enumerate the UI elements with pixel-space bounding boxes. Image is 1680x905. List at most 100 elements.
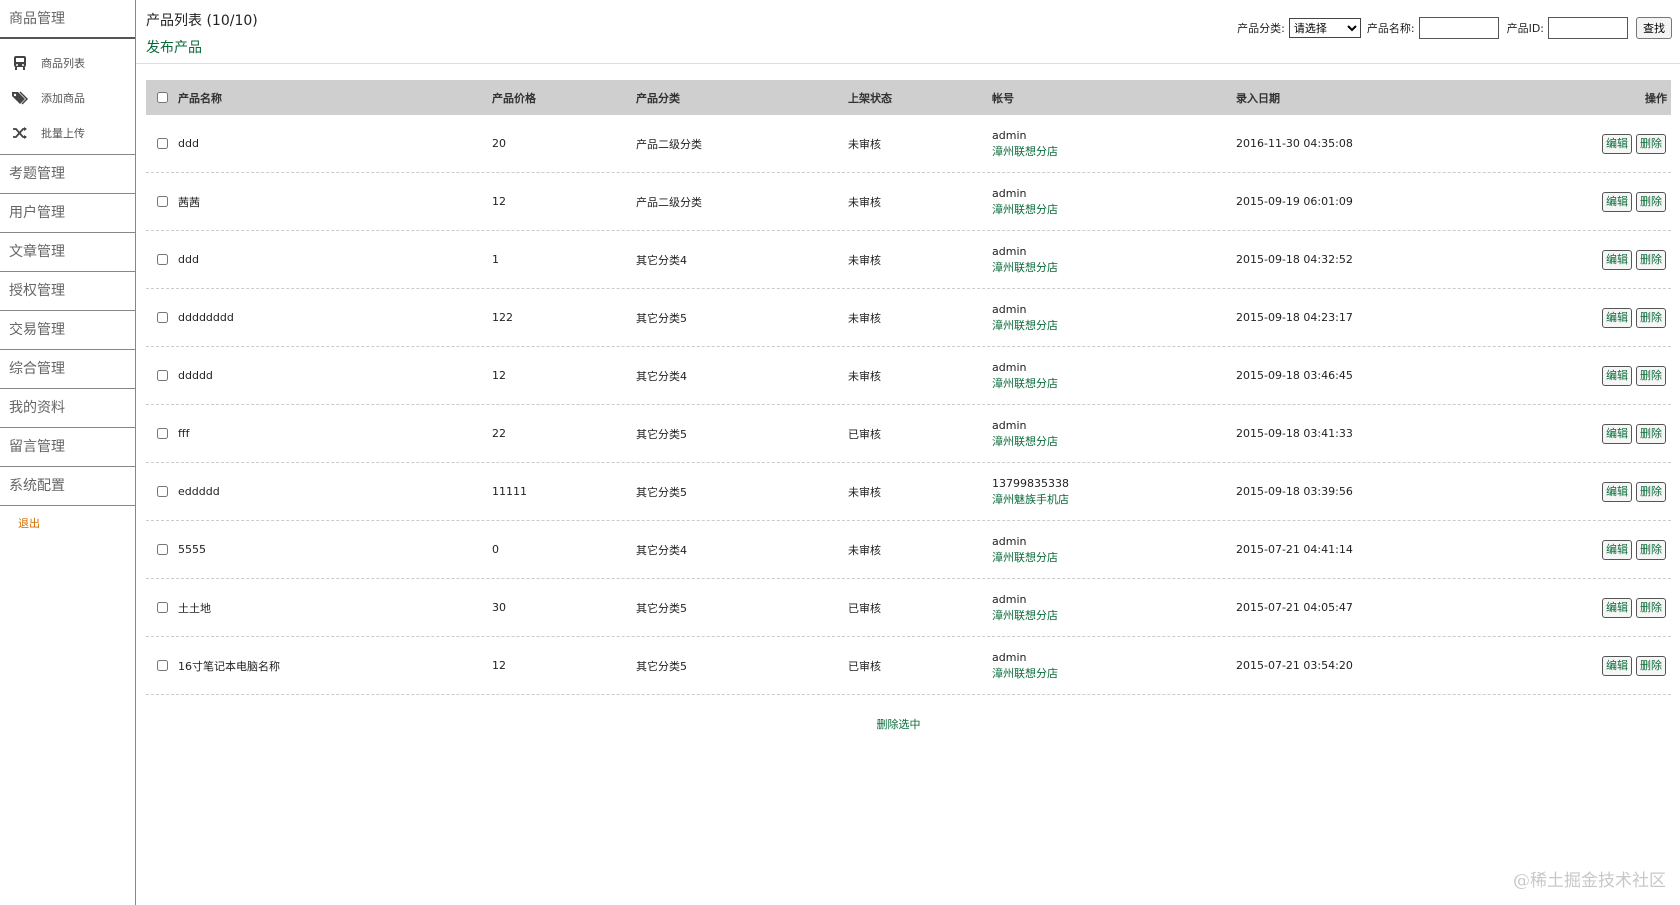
delete-button[interactable]: 删除 (1636, 423, 1666, 444)
column-header-name: 产品名称 (178, 91, 222, 105)
account-shop-link[interactable]: 漳州联想分店 (992, 666, 1236, 682)
logout-link[interactable]: 退出 (0, 506, 135, 542)
row-checkbox[interactable] (156, 370, 168, 381)
edit-button[interactable]: 编辑 (1602, 133, 1632, 154)
delete-button[interactable]: 删除 (1636, 597, 1666, 618)
row-checkbox[interactable] (156, 254, 168, 265)
search-button[interactable]: 查找 (1636, 17, 1672, 39)
entry-date-cell: 2015-09-18 04:32:52 (1236, 253, 1353, 266)
row-select-cell (146, 196, 178, 207)
edit-button[interactable]: 编辑 (1602, 423, 1632, 444)
account-cell: 13799835338 漳州魅族手机店 (992, 476, 1236, 508)
account-shop-link[interactable]: 漳州联想分店 (992, 144, 1236, 160)
product-status-cell: 已审核 (848, 601, 881, 615)
row-checkbox[interactable] (156, 312, 168, 323)
row-checkbox[interactable] (156, 544, 168, 555)
product-status-cell: 未审核 (848, 195, 881, 209)
row-checkbox[interactable] (156, 602, 168, 613)
sidebar-section-general[interactable]: 综合管理 (0, 350, 135, 389)
filter-bar: 产品分类: 请选择 产品名称: 产品ID: 查找 (1231, 17, 1672, 39)
actions-cell: 编辑 删除 (1586, 655, 1671, 676)
sidebar-section-product-management[interactable]: 商品管理 (0, 0, 135, 39)
product-price-cell: 122 (492, 311, 513, 324)
row-select-cell (146, 428, 178, 439)
account-cell: admin 漳州联想分店 (992, 418, 1236, 450)
account-cell: admin 漳州联想分店 (992, 186, 1236, 218)
row-checkbox[interactable] (156, 486, 168, 497)
select-all-checkbox[interactable] (156, 92, 168, 103)
delete-button[interactable]: 删除 (1636, 365, 1666, 386)
row-checkbox[interactable] (156, 428, 168, 439)
product-price-cell: 20 (492, 137, 506, 150)
table-row: eddddd 11111 其它分类5 未审核 13799835338 漳州魅族手机店 201… (146, 463, 1671, 521)
actions-cell: 编辑 删除 (1586, 307, 1671, 328)
product-name-input[interactable] (1418, 17, 1499, 39)
product-category-cell: 其它分类4 (636, 369, 687, 383)
sidebar-section-exam[interactable]: 考题管理 (0, 155, 135, 194)
account-shop-link[interactable]: 漳州联想分店 (992, 260, 1236, 276)
main-content: 产品列表 (10/10) 发布产品 产品分类: 请选择 产品名称: 产品ID: … (136, 0, 1680, 905)
account-shop-link[interactable]: 漳州联想分店 (992, 550, 1236, 566)
sidebar-section-system-config[interactable]: 系统配置 (0, 467, 135, 506)
edit-button[interactable]: 编辑 (1602, 655, 1632, 676)
sidebar-section-my-profile[interactable]: 我的资料 (0, 389, 135, 428)
delete-button[interactable]: 删除 (1636, 133, 1666, 154)
actions-cell: 编辑 删除 (1586, 481, 1671, 502)
publish-product-link[interactable]: 发布产品 (146, 37, 202, 57)
column-header-actions: 操作 (1645, 91, 1667, 105)
column-header-price: 产品价格 (492, 91, 536, 105)
delete-selected-link[interactable]: 删除选中 (136, 716, 1661, 732)
account-user: admin (992, 534, 1027, 548)
edit-button[interactable]: 编辑 (1602, 597, 1632, 618)
category-label: 产品分类: (1237, 22, 1285, 35)
edit-button[interactable]: 编辑 (1602, 191, 1632, 212)
sidebar-section-transactions[interactable]: 交易管理 (0, 311, 135, 350)
sidebar-item-add-product[interactable]: 添加商品 (0, 80, 135, 115)
product-category-cell: 其它分类5 (636, 311, 687, 325)
page-title: 产品列表 (10/10) (146, 13, 258, 29)
sidebar-item-label: 商品列表 (41, 56, 85, 70)
column-header-account: 帐号 (992, 91, 1014, 105)
sidebar-section-users[interactable]: 用户管理 (0, 194, 135, 233)
row-select-cell (146, 370, 178, 381)
column-header-category: 产品分类 (636, 91, 680, 105)
row-checkbox[interactable] (156, 138, 168, 149)
table-header: 产品名称 产品价格 产品分类 上架状态 帐号 录入日期 操作 (146, 80, 1671, 115)
sidebar-section-articles[interactable]: 文章管理 (0, 233, 135, 272)
product-price-cell: 0 (492, 543, 499, 556)
delete-button[interactable]: 删除 (1636, 307, 1666, 328)
sidebar-section-authorization[interactable]: 授权管理 (0, 272, 135, 311)
sidebar: 商品管理 商品列表 添加商品 批量上传 考题管理 用户管理 文章管理 授权管理 … (0, 0, 136, 905)
table-row: 茜茜 12 产品二级分类 未审核 admin 漳州联想分店 2015-09-19 06:01… (146, 173, 1671, 231)
row-checkbox[interactable] (156, 660, 168, 671)
account-shop-link[interactable]: 漳州联想分店 (992, 608, 1236, 624)
delete-button[interactable]: 删除 (1636, 481, 1666, 502)
account-shop-link[interactable]: 漳州联想分店 (992, 202, 1236, 218)
sidebar-item-product-list[interactable]: 商品列表 (0, 45, 135, 80)
account-shop-link[interactable]: 漳州联想分店 (992, 318, 1236, 334)
product-status-cell: 未审核 (848, 543, 881, 557)
account-shop-link[interactable]: 漳州魅族手机店 (992, 492, 1236, 508)
row-select-cell (146, 312, 178, 323)
sidebar-section-messages[interactable]: 留言管理 (0, 428, 135, 467)
product-id-input[interactable] (1548, 17, 1628, 39)
account-cell: admin 漳州联想分店 (992, 592, 1236, 624)
product-name-cell: dddddddd (178, 311, 234, 324)
account-shop-link[interactable]: 漳州联想分店 (992, 434, 1236, 450)
row-checkbox[interactable] (156, 196, 168, 207)
category-select[interactable]: 请选择 (1288, 18, 1361, 38)
delete-button[interactable]: 删除 (1636, 249, 1666, 270)
delete-button[interactable]: 删除 (1636, 655, 1666, 676)
edit-button[interactable]: 编辑 (1602, 539, 1632, 560)
delete-button[interactable]: 删除 (1636, 191, 1666, 212)
edit-button[interactable]: 编辑 (1602, 249, 1632, 270)
account-shop-link[interactable]: 漳州联想分店 (992, 376, 1236, 392)
edit-button[interactable]: 编辑 (1602, 307, 1632, 328)
table-row: ddd 20 产品二级分类 未审核 admin 漳州联想分店 2016-11-30 04:3… (146, 115, 1671, 173)
edit-button[interactable]: 编辑 (1602, 365, 1632, 386)
row-select-cell (146, 486, 178, 497)
delete-button[interactable]: 删除 (1636, 539, 1666, 560)
edit-button[interactable]: 编辑 (1602, 481, 1632, 502)
entry-date-cell: 2015-09-18 03:46:45 (1236, 369, 1353, 382)
sidebar-item-batch-upload[interactable]: 批量上传 (0, 115, 135, 150)
